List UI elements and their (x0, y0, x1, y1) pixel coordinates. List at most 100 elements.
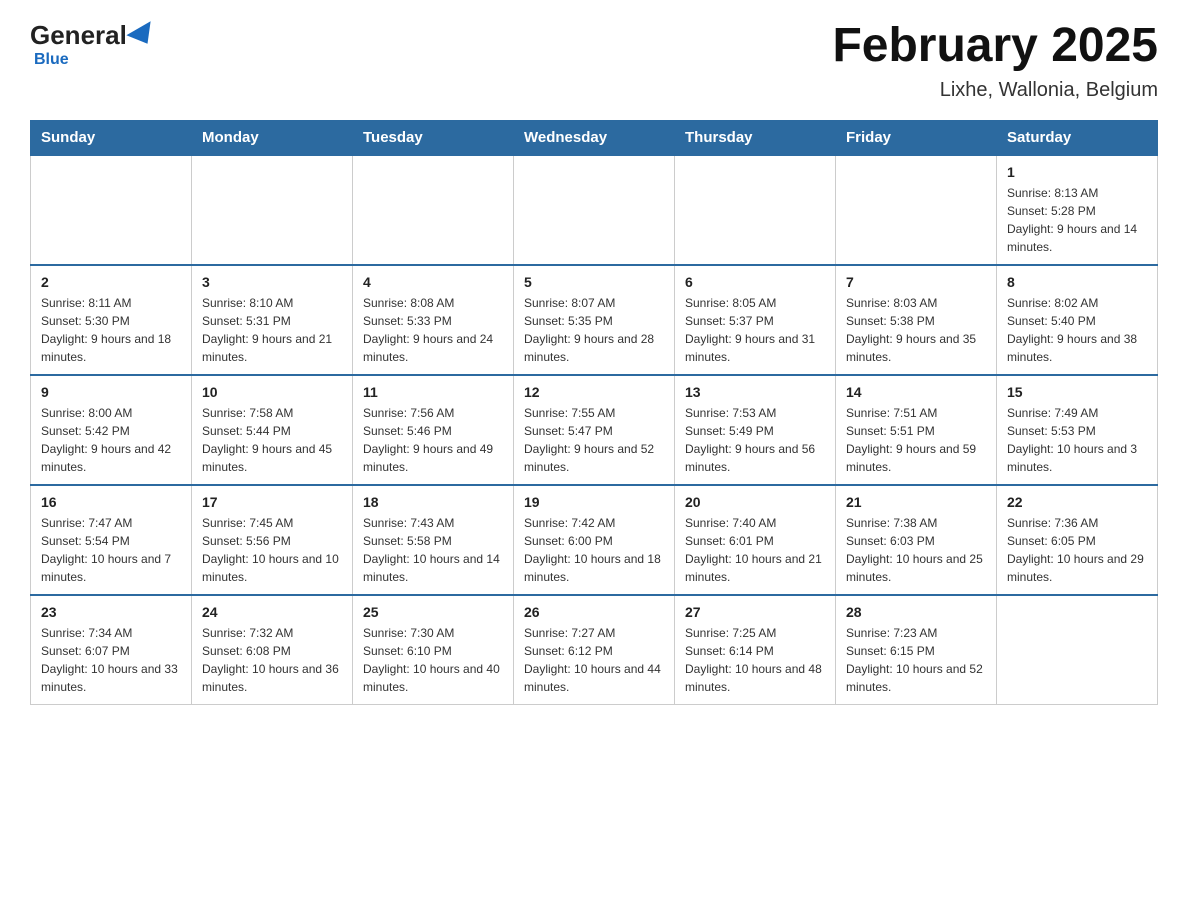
day-number: 11 (363, 384, 503, 400)
calendar-cell-w0d6: 1 Sunrise: 8:13 AMSunset: 5:28 PMDaylight… (997, 155, 1158, 265)
calendar-cell-w4d5: 28Sunrise: 7:23 AMSunset: 6:15 PMDayligh… (836, 595, 997, 705)
day-number: 1 (1007, 164, 1147, 180)
day-info: Sunrise: 8:07 AMSunset: 5:35 PMDaylight:… (524, 294, 664, 366)
calendar-cell-w2d0: 9 Sunrise: 8:00 AMSunset: 5:42 PMDaylight… (31, 375, 192, 485)
day-number: 14 (846, 384, 986, 400)
day-number: 2 (41, 274, 181, 290)
calendar-header-sunday: Sunday (31, 120, 192, 155)
calendar-cell-w3d1: 17 Sunrise: 7:45 AMSunset: 5:56 PMDayligh… (192, 485, 353, 595)
day-number: 19 (524, 494, 664, 510)
logo-general-text: General (30, 20, 127, 51)
calendar-cell-w1d1: 3 Sunrise: 8:10 AMSunset: 5:31 PMDaylight… (192, 265, 353, 375)
calendar-header-row: SundayMondayTuesdayWednesdayThursdayFrid… (31, 120, 1158, 155)
day-number: 25 (363, 604, 503, 620)
calendar-header-wednesday: Wednesday (514, 120, 675, 155)
day-number: 24 (202, 604, 342, 620)
calendar-header-friday: Friday (836, 120, 997, 155)
day-info: Sunrise: 8:05 AMSunset: 5:37 PMDaylight:… (685, 294, 825, 366)
day-number: 21 (846, 494, 986, 510)
day-info: Sunrise: 8:00 AMSunset: 5:42 PMDaylight:… (41, 404, 181, 476)
week-row-3: 16Sunrise: 7:47 AMSunset: 5:54 PMDayligh… (31, 485, 1158, 595)
calendar-cell-w1d4: 6 Sunrise: 8:05 AMSunset: 5:37 PMDaylight… (675, 265, 836, 375)
day-number: 26 (524, 604, 664, 620)
day-number: 17 (202, 494, 342, 510)
day-info: Sunrise: 7:27 AMSunset: 6:12 PMDaylight:… (524, 624, 664, 696)
day-number: 20 (685, 494, 825, 510)
day-number: 22 (1007, 494, 1147, 510)
day-info: Sunrise: 7:51 AMSunset: 5:51 PMDaylight:… (846, 404, 986, 476)
day-number: 23 (41, 604, 181, 620)
day-info: Sunrise: 7:36 AMSunset: 6:05 PMDaylight:… (1007, 514, 1147, 586)
day-number: 8 (1007, 274, 1147, 290)
logo-triangle-icon (126, 21, 159, 51)
day-info: Sunrise: 7:53 AMSunset: 5:49 PMDaylight:… (685, 404, 825, 476)
day-info: Sunrise: 8:11 AMSunset: 5:30 PMDaylight:… (41, 294, 181, 366)
logo: General Blue (30, 20, 157, 69)
day-info: Sunrise: 7:45 AMSunset: 5:56 PMDaylight:… (202, 514, 342, 586)
calendar-header-saturday: Saturday (997, 120, 1158, 155)
week-row-0: 1 Sunrise: 8:13 AMSunset: 5:28 PMDaylight… (31, 155, 1158, 265)
day-number: 15 (1007, 384, 1147, 400)
day-number: 18 (363, 494, 503, 510)
calendar-cell-w2d1: 10Sunrise: 7:58 AMSunset: 5:44 PMDayligh… (192, 375, 353, 485)
day-info: Sunrise: 7:55 AMSunset: 5:47 PMDaylight:… (524, 404, 664, 476)
calendar-cell-w4d4: 27 Sunrise: 7:25 AMSunset: 6:14 PMDayligh… (675, 595, 836, 705)
calendar-cell-w0d4 (675, 155, 836, 265)
calendar-cell-w1d2: 4Sunrise: 8:08 AMSunset: 5:33 PMDaylight… (353, 265, 514, 375)
calendar-cell-w0d5 (836, 155, 997, 265)
calendar-cell-w2d6: 15 Sunrise: 7:49 AMSunset: 5:53 PMDayligh… (997, 375, 1158, 485)
day-info: Sunrise: 8:03 AMSunset: 5:38 PMDaylight:… (846, 294, 986, 366)
calendar-cell-w1d6: 8 Sunrise: 8:02 AMSunset: 5:40 PMDaylight… (997, 265, 1158, 375)
day-info: Sunrise: 7:38 AMSunset: 6:03 PMDaylight:… (846, 514, 986, 586)
day-info: Sunrise: 7:40 AMSunset: 6:01 PMDaylight:… (685, 514, 825, 586)
calendar-cell-w4d3: 26 Sunrise: 7:27 AMSunset: 6:12 PMDayligh… (514, 595, 675, 705)
day-info: Sunrise: 8:08 AMSunset: 5:33 PMDaylight:… (363, 294, 503, 366)
day-number: 10 (202, 384, 342, 400)
day-number: 27 (685, 604, 825, 620)
calendar-cell-w4d6 (997, 595, 1158, 705)
day-info: Sunrise: 7:32 AMSunset: 6:08 PMDaylight:… (202, 624, 342, 696)
calendar-cell-w1d3: 5 Sunrise: 8:07 AMSunset: 5:35 PMDaylight… (514, 265, 675, 375)
day-info: Sunrise: 8:13 AMSunset: 5:28 PMDaylight:… (1007, 184, 1147, 256)
calendar-cell-w4d0: 23 Sunrise: 7:34 AMSunset: 6:07 PMDayligh… (31, 595, 192, 705)
calendar-cell-w3d4: 20 Sunrise: 7:40 AMSunset: 6:01 PMDayligh… (675, 485, 836, 595)
week-row-1: 2 Sunrise: 8:11 AMSunset: 5:30 PMDaylight… (31, 265, 1158, 375)
day-info: Sunrise: 7:56 AMSunset: 5:46 PMDaylight:… (363, 404, 503, 476)
calendar-cell-w2d5: 14 Sunrise: 7:51 AMSunset: 5:51 PMDayligh… (836, 375, 997, 485)
calendar-cell-w3d0: 16Sunrise: 7:47 AMSunset: 5:54 PMDayligh… (31, 485, 192, 595)
calendar-cell-w2d4: 13 Sunrise: 7:53 AMSunset: 5:49 PMDayligh… (675, 375, 836, 485)
calendar-cell-w4d2: 25 Sunrise: 7:30 AMSunset: 6:10 PMDayligh… (353, 595, 514, 705)
day-info: Sunrise: 8:10 AMSunset: 5:31 PMDaylight:… (202, 294, 342, 366)
calendar-cell-w3d2: 18 Sunrise: 7:43 AMSunset: 5:58 PMDayligh… (353, 485, 514, 595)
calendar-cell-w3d6: 22 Sunrise: 7:36 AMSunset: 6:05 PMDayligh… (997, 485, 1158, 595)
calendar-cell-w2d3: 12 Sunrise: 7:55 AMSunset: 5:47 PMDayligh… (514, 375, 675, 485)
month-title: February 2025 (832, 20, 1158, 73)
calendar-cell-w0d1 (192, 155, 353, 265)
calendar-cell-w0d0 (31, 155, 192, 265)
day-info: Sunrise: 7:43 AMSunset: 5:58 PMDaylight:… (363, 514, 503, 586)
logo-blue-text: Blue (34, 51, 69, 69)
location-title: Lixhe, Wallonia, Belgium (832, 79, 1158, 102)
day-info: Sunrise: 7:25 AMSunset: 6:14 PMDaylight:… (685, 624, 825, 696)
week-row-4: 23 Sunrise: 7:34 AMSunset: 6:07 PMDayligh… (31, 595, 1158, 705)
day-number: 5 (524, 274, 664, 290)
calendar-cell-w0d3 (514, 155, 675, 265)
day-number: 6 (685, 274, 825, 290)
day-number: 7 (846, 274, 986, 290)
day-number: 12 (524, 384, 664, 400)
calendar-cell-w1d5: 7 Sunrise: 8:03 AMSunset: 5:38 PMDaylight… (836, 265, 997, 375)
day-info: Sunrise: 7:47 AMSunset: 5:54 PMDaylight:… (41, 514, 181, 586)
page-header: General Blue February 2025 Lixhe, Wallon… (30, 20, 1158, 102)
calendar-cell-w0d2 (353, 155, 514, 265)
day-number: 3 (202, 274, 342, 290)
calendar-cell-w2d2: 11 Sunrise: 7:56 AMSunset: 5:46 PMDayligh… (353, 375, 514, 485)
calendar-header-monday: Monday (192, 120, 353, 155)
calendar-header-thursday: Thursday (675, 120, 836, 155)
day-number: 13 (685, 384, 825, 400)
day-number: 9 (41, 384, 181, 400)
day-info: Sunrise: 8:02 AMSunset: 5:40 PMDaylight:… (1007, 294, 1147, 366)
day-info: Sunrise: 7:34 AMSunset: 6:07 PMDaylight:… (41, 624, 181, 696)
day-info: Sunrise: 7:30 AMSunset: 6:10 PMDaylight:… (363, 624, 503, 696)
day-info: Sunrise: 7:49 AMSunset: 5:53 PMDaylight:… (1007, 404, 1147, 476)
calendar-cell-w3d5: 21 Sunrise: 7:38 AMSunset: 6:03 PMDayligh… (836, 485, 997, 595)
